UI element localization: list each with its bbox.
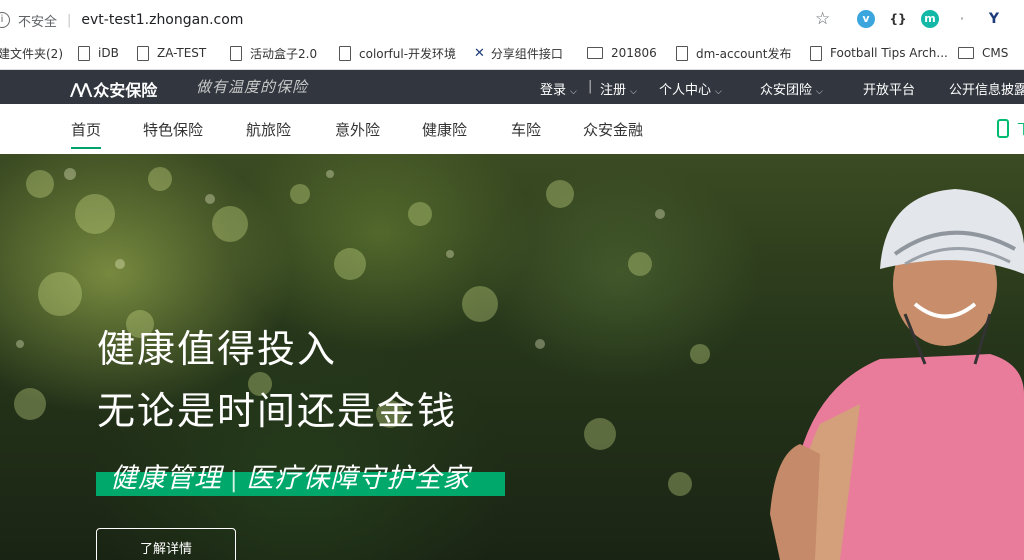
bookmark-item[interactable]: 活动盒子2.0	[230, 45, 317, 61]
personal-center-link[interactable]: 个人中心 ⌵	[659, 79, 722, 98]
bookmark-label: 分享组件接口	[490, 46, 563, 61]
bookmark-item[interactable]: CMS	[958, 45, 1008, 61]
bookmark-item[interactable]: ZA-TEST	[137, 45, 206, 61]
chevron-down-icon: ⌵	[816, 87, 823, 97]
personal-label: 个人中心	[659, 83, 712, 98]
bookmark-label: CMS	[982, 46, 1009, 60]
bookmark-label: colorful-开发环境	[359, 46, 457, 61]
hero-tag-left: 健康管理	[110, 463, 222, 494]
omnibox[interactable]: i 不安全 | evt-test1.zhongan.com	[0, 10, 243, 30]
bookmark-label: dm-account发布	[696, 46, 792, 61]
extension-v-icon[interactable]: v	[857, 10, 875, 28]
group-label: 众安团险	[760, 83, 813, 98]
bookmark-item[interactable]: 建文件夹(2)	[0, 45, 63, 61]
bookmark-item[interactable]: ✕ 分享组件接口	[474, 45, 563, 61]
doc-icon	[676, 45, 688, 61]
chevron-down-icon: ⌵	[715, 87, 722, 97]
bookmark-item[interactable]: Football Tips Arch...	[810, 45, 948, 61]
site-logo[interactable]: ⋀⋀ 众安保险	[70, 77, 157, 101]
hero-title-line1: 健康值得投入	[97, 327, 338, 371]
nav-accident[interactable]: 意外险	[335, 119, 380, 140]
bookmark-item[interactable]: dm-account发布	[676, 45, 791, 61]
site-topbar: ⋀⋀ 众安保险 做有温度的保险 登录 ⌵ | 注册 ⌵ 个人中心 ⌵ 众安团险 ⌵ 开放…	[0, 70, 1024, 104]
extension-tree-icon[interactable]: ·	[953, 10, 971, 28]
hero-banner[interactable]: 健康值得投入 无论是时间还是金钱 健康管理 | 医疗保障守护全家 了解详情	[0, 154, 1024, 560]
hero-tagline: 健康管理 | 医疗保障守护全家	[110, 456, 470, 495]
doc-icon	[78, 45, 90, 61]
nav-auto[interactable]: 车险	[511, 119, 541, 140]
security-label: 不安全	[18, 14, 58, 30]
folder-icon	[958, 47, 974, 59]
browser-address-bar: i 不安全 | evt-test1.zhongan.com ☆ v {} m ·…	[0, 0, 1024, 39]
bookmark-label: 201806	[611, 46, 657, 60]
extension-json-icon[interactable]: {}	[889, 10, 907, 28]
disclosure-link[interactable]: 公开信息披露	[949, 79, 1024, 98]
group-insurance-link[interactable]: 众安团险 ⌵	[760, 79, 823, 98]
bookmark-item[interactable]: 201806	[587, 45, 657, 61]
register-link[interactable]: 注册 ⌵	[600, 79, 637, 98]
open-platform-link[interactable]: 开放平台	[863, 79, 915, 98]
bookmark-label: 建文件夹(2)	[0, 46, 63, 61]
x-icon: ✕	[474, 45, 485, 61]
bookmark-star-icon[interactable]: ☆	[815, 9, 830, 29]
nav-home[interactable]: 首页	[71, 119, 102, 149]
logo-text: 众安保险	[93, 81, 158, 100]
nav-travel[interactable]: 航旅险	[246, 119, 291, 140]
topnav-divider: |	[588, 79, 593, 94]
bookmark-label: iDB	[98, 46, 119, 60]
login-link[interactable]: 登录 ⌵	[540, 79, 577, 98]
bookmark-item[interactable]: colorful-开发环境	[339, 45, 456, 61]
doc-icon	[137, 45, 149, 61]
doc-icon	[339, 45, 351, 61]
bookmark-item[interactable]: iDB	[78, 45, 119, 61]
chevron-down-icon: ⌵	[570, 87, 577, 97]
bookmark-label: ZA-TEST	[157, 46, 207, 60]
doc-icon	[810, 45, 822, 61]
bookmark-label: 活动盒子2.0	[250, 46, 318, 61]
hero-tag-right: 医疗保障守护全家	[246, 463, 471, 494]
app-download-link[interactable]: 下	[1017, 119, 1024, 139]
main-nav: 首页 特色保险 航旅险 意外险 健康险 车险 众安金融 下	[0, 104, 1024, 154]
info-icon[interactable]: i	[0, 12, 10, 28]
bookmarks-bar: 建文件夹(2) iDB ZA-TEST 活动盒子2.0 colorful-开发环…	[0, 38, 1024, 70]
hero-tag-divider: |	[230, 468, 239, 493]
slogan: 做有温度的保险	[196, 78, 309, 96]
bookmark-label: Football Tips Arch...	[830, 46, 948, 60]
nav-health[interactable]: 健康险	[422, 119, 467, 140]
nav-featured[interactable]: 特色保险	[143, 119, 203, 140]
logo-mark-icon: ⋀⋀	[70, 80, 92, 98]
hero-title-line2: 无论是时间还是金钱	[97, 389, 458, 433]
register-label: 注册	[600, 83, 627, 98]
doc-icon	[230, 45, 242, 61]
omnibox-divider: |	[67, 12, 72, 28]
login-label: 登录	[540, 83, 567, 98]
url-text[interactable]: evt-test1.zhongan.com	[81, 12, 243, 28]
learn-more-button[interactable]: 了解详情	[96, 528, 236, 560]
nav-finance[interactable]: 众安金融	[583, 119, 643, 140]
extension-m-icon[interactable]: m	[921, 10, 939, 28]
phone-icon[interactable]	[997, 119, 1009, 138]
extension-y-icon[interactable]: Y	[985, 10, 1003, 28]
folder-icon	[587, 47, 603, 59]
chevron-down-icon: ⌵	[630, 87, 637, 97]
